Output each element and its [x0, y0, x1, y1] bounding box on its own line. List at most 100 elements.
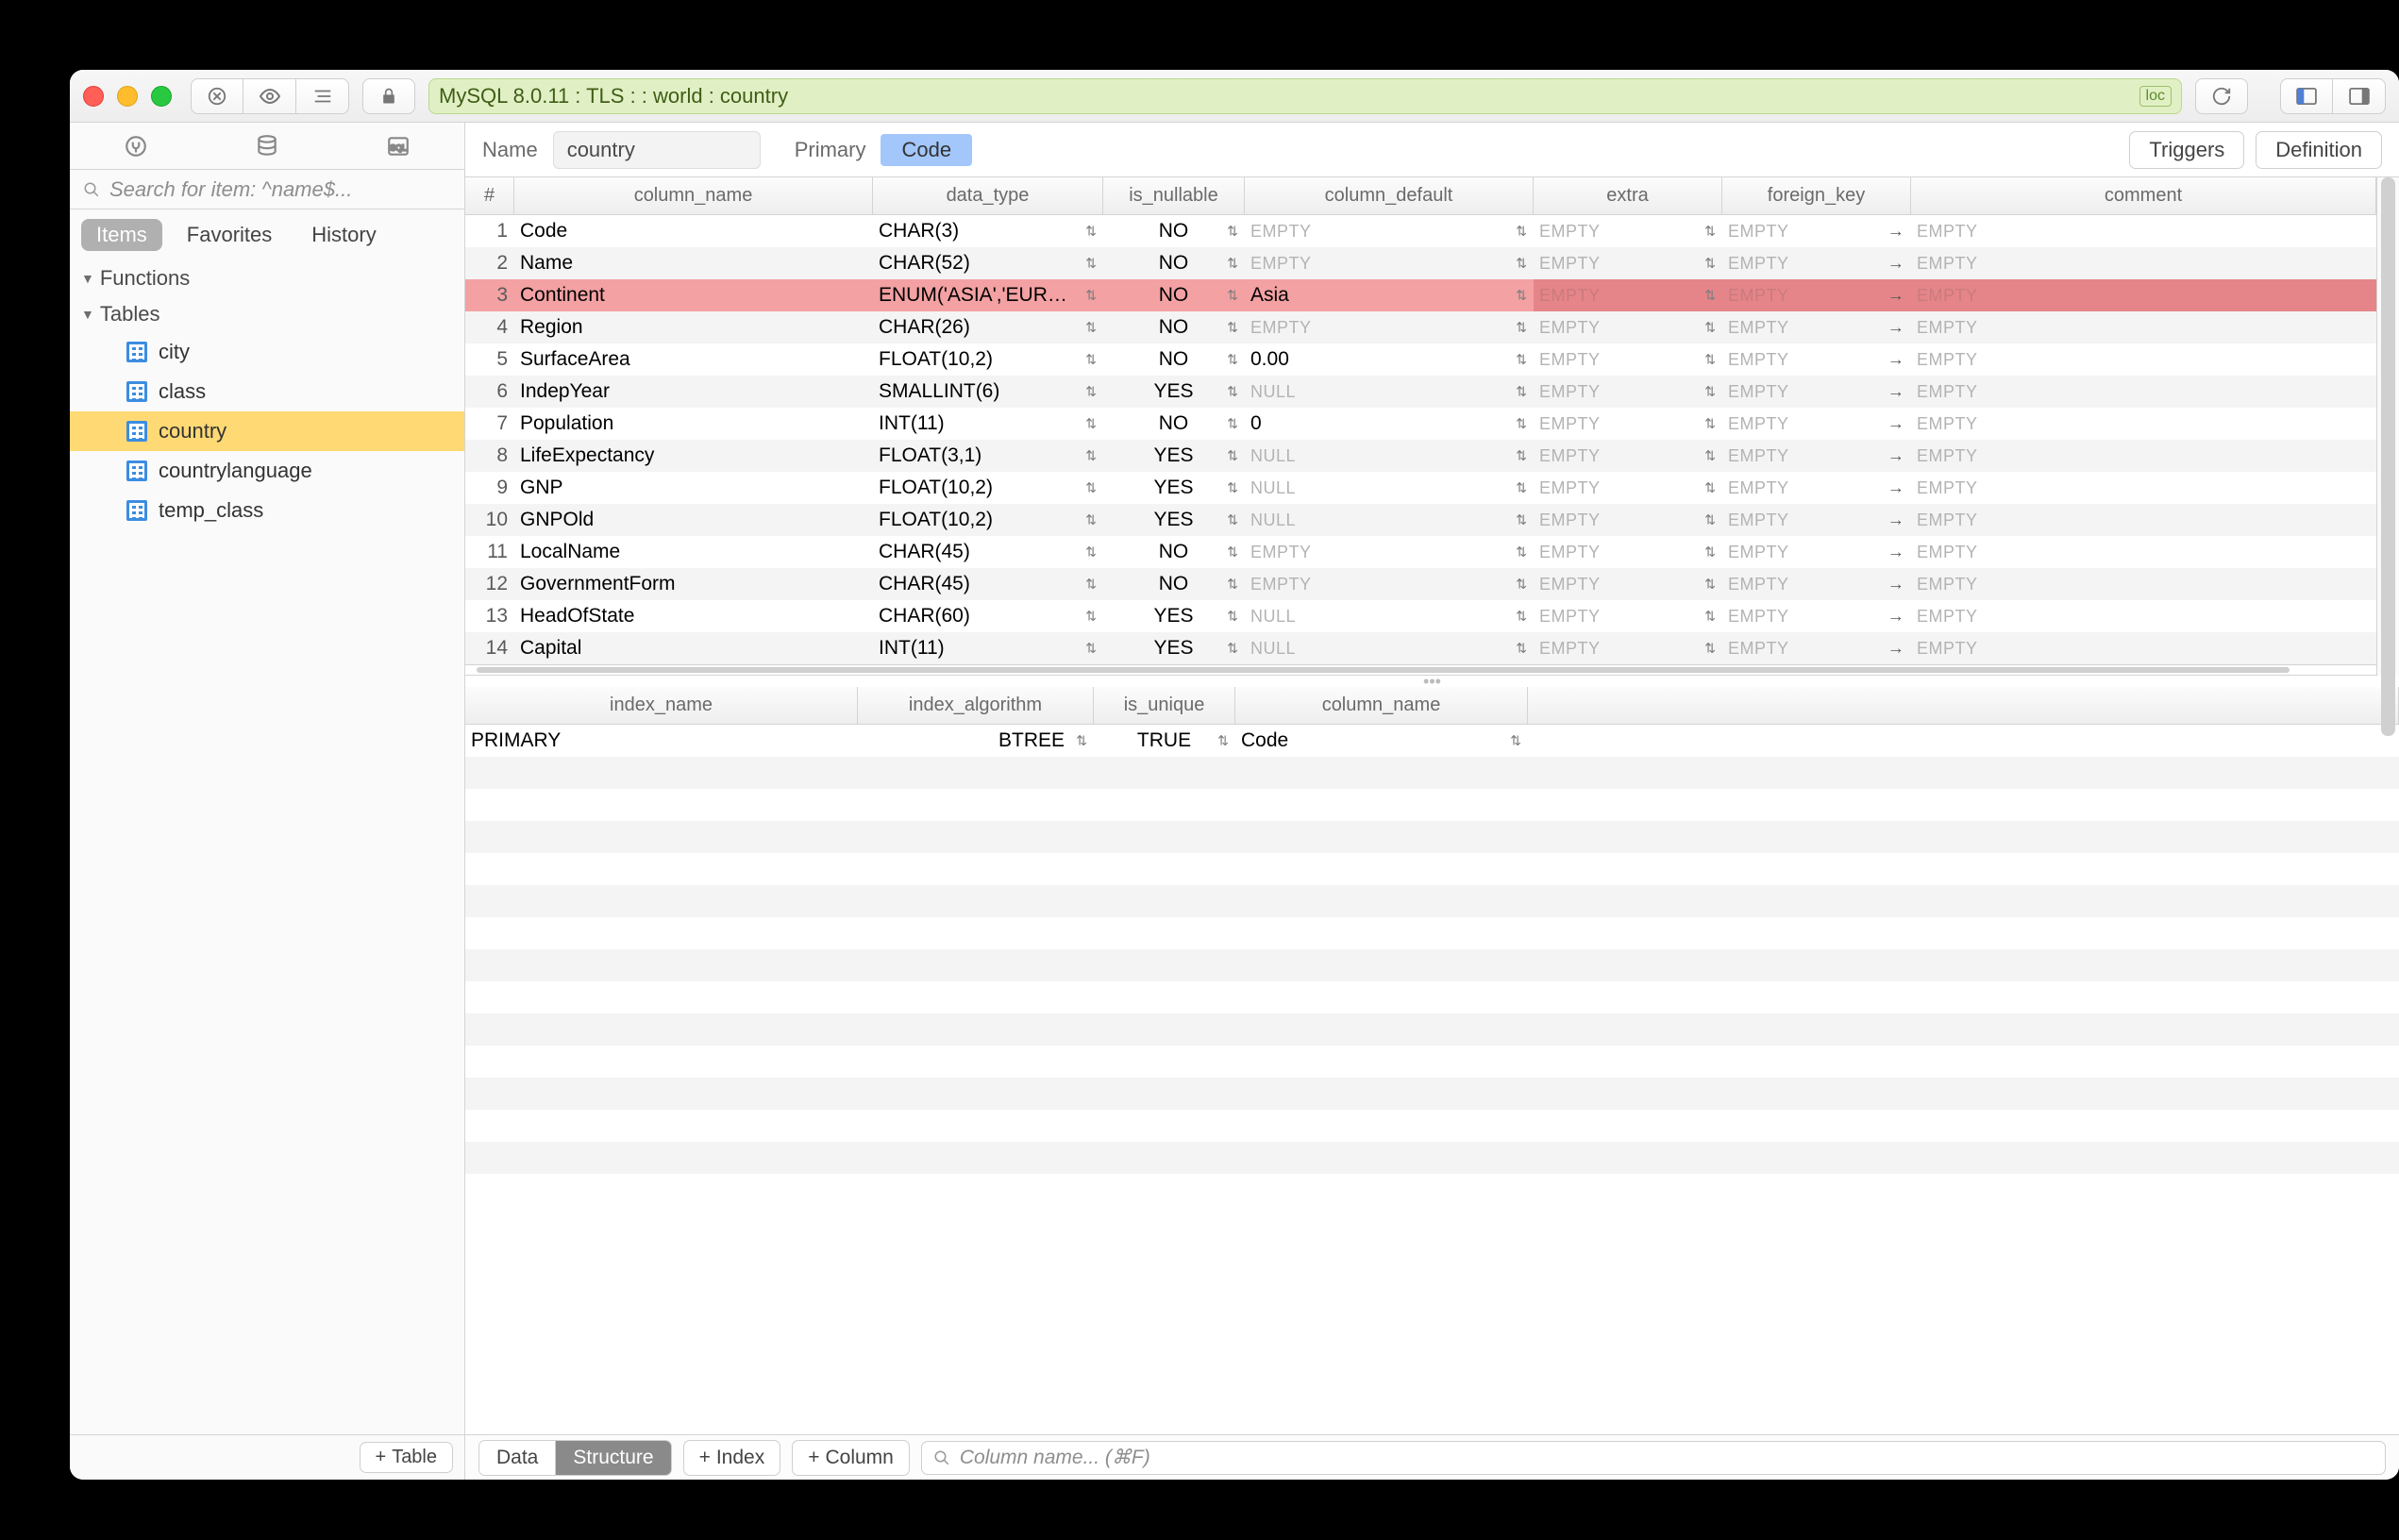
cell-default[interactable]: Asia⇅	[1245, 279, 1534, 311]
cell-data-type[interactable]: CHAR(60)⇅	[873, 600, 1103, 632]
plug-icon[interactable]	[120, 130, 152, 162]
th-data-type[interactable]: data_type	[873, 177, 1103, 214]
column-row[interactable]: 8LifeExpectancyFLOAT(3,1)⇅YES⇅NULL⇅EMPTY…	[465, 440, 2376, 472]
column-row[interactable]: 2NameCHAR(52)⇅NO⇅EMPTY⇅EMPTY⇅EMPTY→EMPTY	[465, 247, 2376, 279]
th-index[interactable]: #	[465, 177, 514, 214]
cell-data-type[interactable]: CHAR(45)⇅	[873, 568, 1103, 600]
column-row[interactable]: 13HeadOfStateCHAR(60)⇅YES⇅NULL⇅EMPTY⇅EMP…	[465, 600, 2376, 632]
th-extra[interactable]: extra	[1534, 177, 1722, 214]
tab-favorites[interactable]: Favorites	[172, 219, 287, 251]
lock-icon[interactable]	[362, 78, 415, 114]
cell-nullable[interactable]: NO⇅	[1103, 568, 1245, 600]
cell-data-type[interactable]: FLOAT(10,2)⇅	[873, 504, 1103, 536]
cell-comment[interactable]: EMPTY	[1911, 536, 2376, 568]
section-tables[interactable]: Tables	[70, 296, 464, 332]
cell-extra[interactable]: EMPTY⇅	[1534, 311, 1722, 343]
cell-column-name[interactable]: SurfaceArea	[514, 343, 873, 376]
cell-index-name[interactable]: PRIMARY	[465, 725, 858, 757]
cell-extra[interactable]: EMPTY⇅	[1534, 536, 1722, 568]
th-comment[interactable]: comment	[1911, 177, 2376, 214]
cell-nullable[interactable]: NO⇅	[1103, 215, 1245, 247]
cell-extra[interactable]: EMPTY⇅	[1534, 408, 1722, 440]
cell-data-type[interactable]: CHAR(26)⇅	[873, 311, 1103, 343]
cell-comment[interactable]: EMPTY	[1911, 343, 2376, 376]
cell-foreign-key[interactable]: EMPTY→	[1722, 504, 1911, 536]
data-tab[interactable]: Data	[479, 1441, 555, 1475]
add-column-button[interactable]: +Column	[792, 1440, 910, 1476]
triggers-button[interactable]: Triggers	[2129, 131, 2244, 169]
column-row[interactable]: 12GovernmentFormCHAR(45)⇅NO⇅EMPTY⇅EMPTY⇅…	[465, 568, 2376, 600]
cell-comment[interactable]: EMPTY	[1911, 376, 2376, 408]
cell-data-type[interactable]: INT(11)⇅	[873, 408, 1103, 440]
cell-comment[interactable]: EMPTY	[1911, 279, 2376, 311]
cell-nullable[interactable]: NO⇅	[1103, 279, 1245, 311]
cell-index-alg[interactable]: BTREE⇅	[858, 725, 1094, 757]
th-column-default[interactable]: column_default	[1245, 177, 1534, 214]
column-row[interactable]: 3ContinentENUM('ASIA','EUR…⇅NO⇅Asia⇅EMPT…	[465, 279, 2376, 311]
sidebar-item-countrylanguage[interactable]: countrylanguage	[70, 451, 464, 491]
right-panel-toggle[interactable]	[2333, 78, 2386, 114]
column-row[interactable]: 4RegionCHAR(26)⇅NO⇅EMPTY⇅EMPTY⇅EMPTY→EMP…	[465, 311, 2376, 343]
column-row[interactable]: 6IndepYearSMALLINT(6)⇅YES⇅NULL⇅EMPTY⇅EMP…	[465, 376, 2376, 408]
cell-extra[interactable]: EMPTY⇅	[1534, 440, 1722, 472]
sql-icon[interactable]: SQL	[382, 130, 414, 162]
section-functions[interactable]: Functions	[70, 260, 464, 296]
left-panel-toggle[interactable]	[2280, 78, 2333, 114]
sidebar-search-input[interactable]	[108, 176, 451, 203]
cell-comment[interactable]: EMPTY	[1911, 215, 2376, 247]
column-row[interactable]: 7PopulationINT(11)⇅NO⇅0⇅EMPTY⇅EMPTY→EMPT…	[465, 408, 2376, 440]
sidebar-item-class[interactable]: class	[70, 372, 464, 411]
cell-default[interactable]: EMPTY⇅	[1245, 247, 1534, 279]
cell-nullable[interactable]: YES⇅	[1103, 472, 1245, 504]
cell-nullable[interactable]: NO⇅	[1103, 247, 1245, 279]
cell-nullable[interactable]: NO⇅	[1103, 343, 1245, 376]
th-index-algorithm[interactable]: index_algorithm	[858, 687, 1094, 724]
cell-nullable[interactable]: YES⇅	[1103, 440, 1245, 472]
cell-data-type[interactable]: ENUM('ASIA','EUR…⇅	[873, 279, 1103, 311]
cell-comment[interactable]: EMPTY	[1911, 632, 2376, 664]
column-row[interactable]: 14CapitalINT(11)⇅YES⇅NULL⇅EMPTY⇅EMPTY→EM…	[465, 632, 2376, 664]
connection-address[interactable]: MySQL 8.0.11 : TLS : : world : country l…	[428, 78, 2182, 114]
th-index-name[interactable]: index_name	[465, 687, 858, 724]
cell-column-name[interactable]: Population	[514, 408, 873, 440]
cell-default[interactable]: NULL⇅	[1245, 376, 1534, 408]
cell-comment[interactable]: EMPTY	[1911, 472, 2376, 504]
stop-button[interactable]	[191, 78, 243, 114]
cell-default[interactable]: 0⇅	[1245, 408, 1534, 440]
primary-value[interactable]: Code	[881, 134, 972, 166]
cell-column-name[interactable]: Region	[514, 311, 873, 343]
cell-foreign-key[interactable]: EMPTY→	[1722, 568, 1911, 600]
cell-column-name[interactable]: Code	[514, 215, 873, 247]
cell-default[interactable]: EMPTY⇅	[1245, 215, 1534, 247]
cell-is-unique[interactable]: TRUE⇅	[1094, 725, 1235, 757]
th-is-nullable[interactable]: is_nullable	[1103, 177, 1245, 214]
cell-comment[interactable]: EMPTY	[1911, 311, 2376, 343]
minimize-icon[interactable]	[117, 86, 138, 107]
cell-data-type[interactable]: CHAR(45)⇅	[873, 536, 1103, 568]
cell-foreign-key[interactable]: EMPTY→	[1722, 215, 1911, 247]
horizontal-scrollbar[interactable]	[465, 664, 2376, 676]
cell-data-type[interactable]: CHAR(52)⇅	[873, 247, 1103, 279]
cell-data-type[interactable]: CHAR(3)⇅	[873, 215, 1103, 247]
cell-default[interactable]: NULL⇅	[1245, 504, 1534, 536]
tab-history[interactable]: History	[296, 219, 391, 251]
view-icon[interactable]	[243, 78, 296, 114]
cell-column-name[interactable]: Name	[514, 247, 873, 279]
cell-nullable[interactable]: YES⇅	[1103, 600, 1245, 632]
close-icon[interactable]	[83, 86, 104, 107]
cell-column-name[interactable]: IndepYear	[514, 376, 873, 408]
th-is-unique[interactable]: is_unique	[1094, 687, 1235, 724]
cell-foreign-key[interactable]: EMPTY→	[1722, 536, 1911, 568]
cell-extra[interactable]: EMPTY⇅	[1534, 472, 1722, 504]
cell-data-type[interactable]: SMALLINT(6)⇅	[873, 376, 1103, 408]
cell-foreign-key[interactable]: EMPTY→	[1722, 408, 1911, 440]
cell-foreign-key[interactable]: EMPTY→	[1722, 247, 1911, 279]
sidebar-search[interactable]	[70, 170, 464, 209]
cell-nullable[interactable]: YES⇅	[1103, 632, 1245, 664]
cell-default[interactable]: EMPTY⇅	[1245, 568, 1534, 600]
cell-nullable[interactable]: YES⇅	[1103, 376, 1245, 408]
cell-default[interactable]: EMPTY⇅	[1245, 536, 1534, 568]
cell-nullable[interactable]: NO⇅	[1103, 311, 1245, 343]
cell-default[interactable]: NULL⇅	[1245, 632, 1534, 664]
cell-comment[interactable]: EMPTY	[1911, 504, 2376, 536]
